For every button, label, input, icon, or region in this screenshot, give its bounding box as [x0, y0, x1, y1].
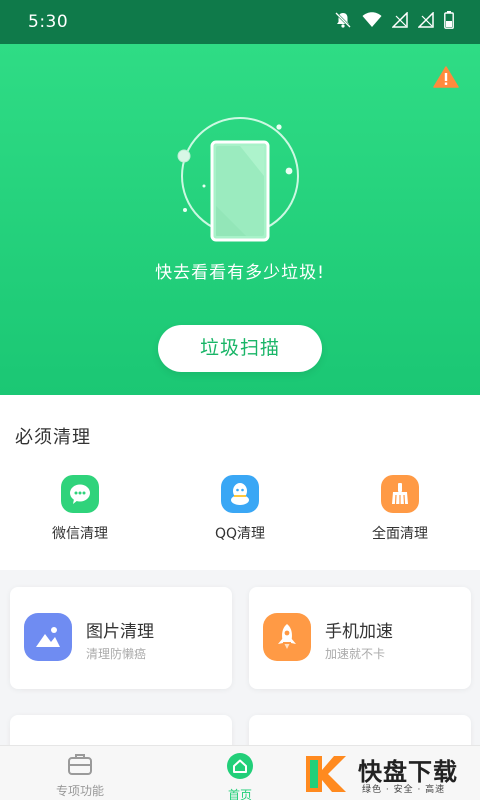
junk-scan-button[interactable]: 垃圾扫描: [158, 325, 322, 372]
full-clean-item[interactable]: 全面清理: [340, 475, 460, 543]
rocket-icon: [263, 613, 311, 661]
signal-off-icon: [418, 12, 434, 28]
main-content: 必须清理 微信清理 QQ清理 全面清理 图片清理 清理防懒癌 手机加速 加速就不…: [0, 395, 480, 800]
picture-clean-card[interactable]: 图片清理 清理防懒癌: [10, 587, 232, 689]
picture-clean-title: 图片清理: [86, 622, 154, 642]
status-time: 5:30: [28, 12, 69, 32]
broom-icon: [381, 475, 419, 513]
signal-off-icon: [392, 12, 408, 28]
nav-label: 专项功能: [55, 784, 104, 798]
picture-icon: [24, 613, 72, 661]
phone-boost-card[interactable]: 手机加速 加速就不卡: [249, 587, 471, 689]
status-icons: [334, 11, 454, 29]
phone-boost-subtitle: 加速就不卡: [325, 647, 386, 661]
nav-tab-special-features[interactable]: 专项功能: [20, 752, 140, 799]
wechat-icon: [61, 475, 99, 513]
nav-label: 首页: [227, 788, 252, 800]
wechat-clean-label: 微信清理: [52, 526, 108, 542]
full-clean-label: 全面清理: [372, 526, 428, 542]
battery-icon: [444, 11, 454, 29]
wechat-clean-item[interactable]: 微信清理: [20, 475, 140, 543]
wifi-icon: [362, 12, 382, 28]
hero-message: 快去看看有多少垃圾!: [155, 263, 325, 283]
section-title: 必须清理: [15, 427, 91, 448]
watermark-subtitle: 绿色 · 安全 · 高速: [362, 785, 446, 795]
phone-illustration: [177, 117, 299, 242]
watermark-mark-icon: [306, 756, 346, 792]
home-icon: [226, 753, 254, 784]
qq-icon: [221, 475, 259, 513]
warning-icon[interactable]: [433, 66, 459, 92]
picture-clean-subtitle: 清理防懒癌: [86, 647, 147, 661]
briefcase-icon: [67, 754, 93, 780]
status-bar: 5:30: [0, 0, 480, 44]
app-screen: 5:30 快去看看有多少垃圾! 垃圾扫描 必须清理 微信清理 QQ清理 全面清理…: [0, 0, 480, 800]
phone-boost-title: 手机加速: [325, 622, 393, 642]
bell-off-icon: [334, 11, 352, 29]
qq-clean-item[interactable]: QQ清理: [180, 475, 300, 543]
nav-tab-home[interactable]: 首页: [180, 752, 300, 800]
watermark-logo: 快盘下载 绿色 · 安全 · 高速: [302, 752, 472, 795]
qq-clean-label: QQ清理: [214, 526, 266, 542]
must-clean-panel: 必须清理 微信清理 QQ清理 全面清理: [0, 395, 480, 570]
